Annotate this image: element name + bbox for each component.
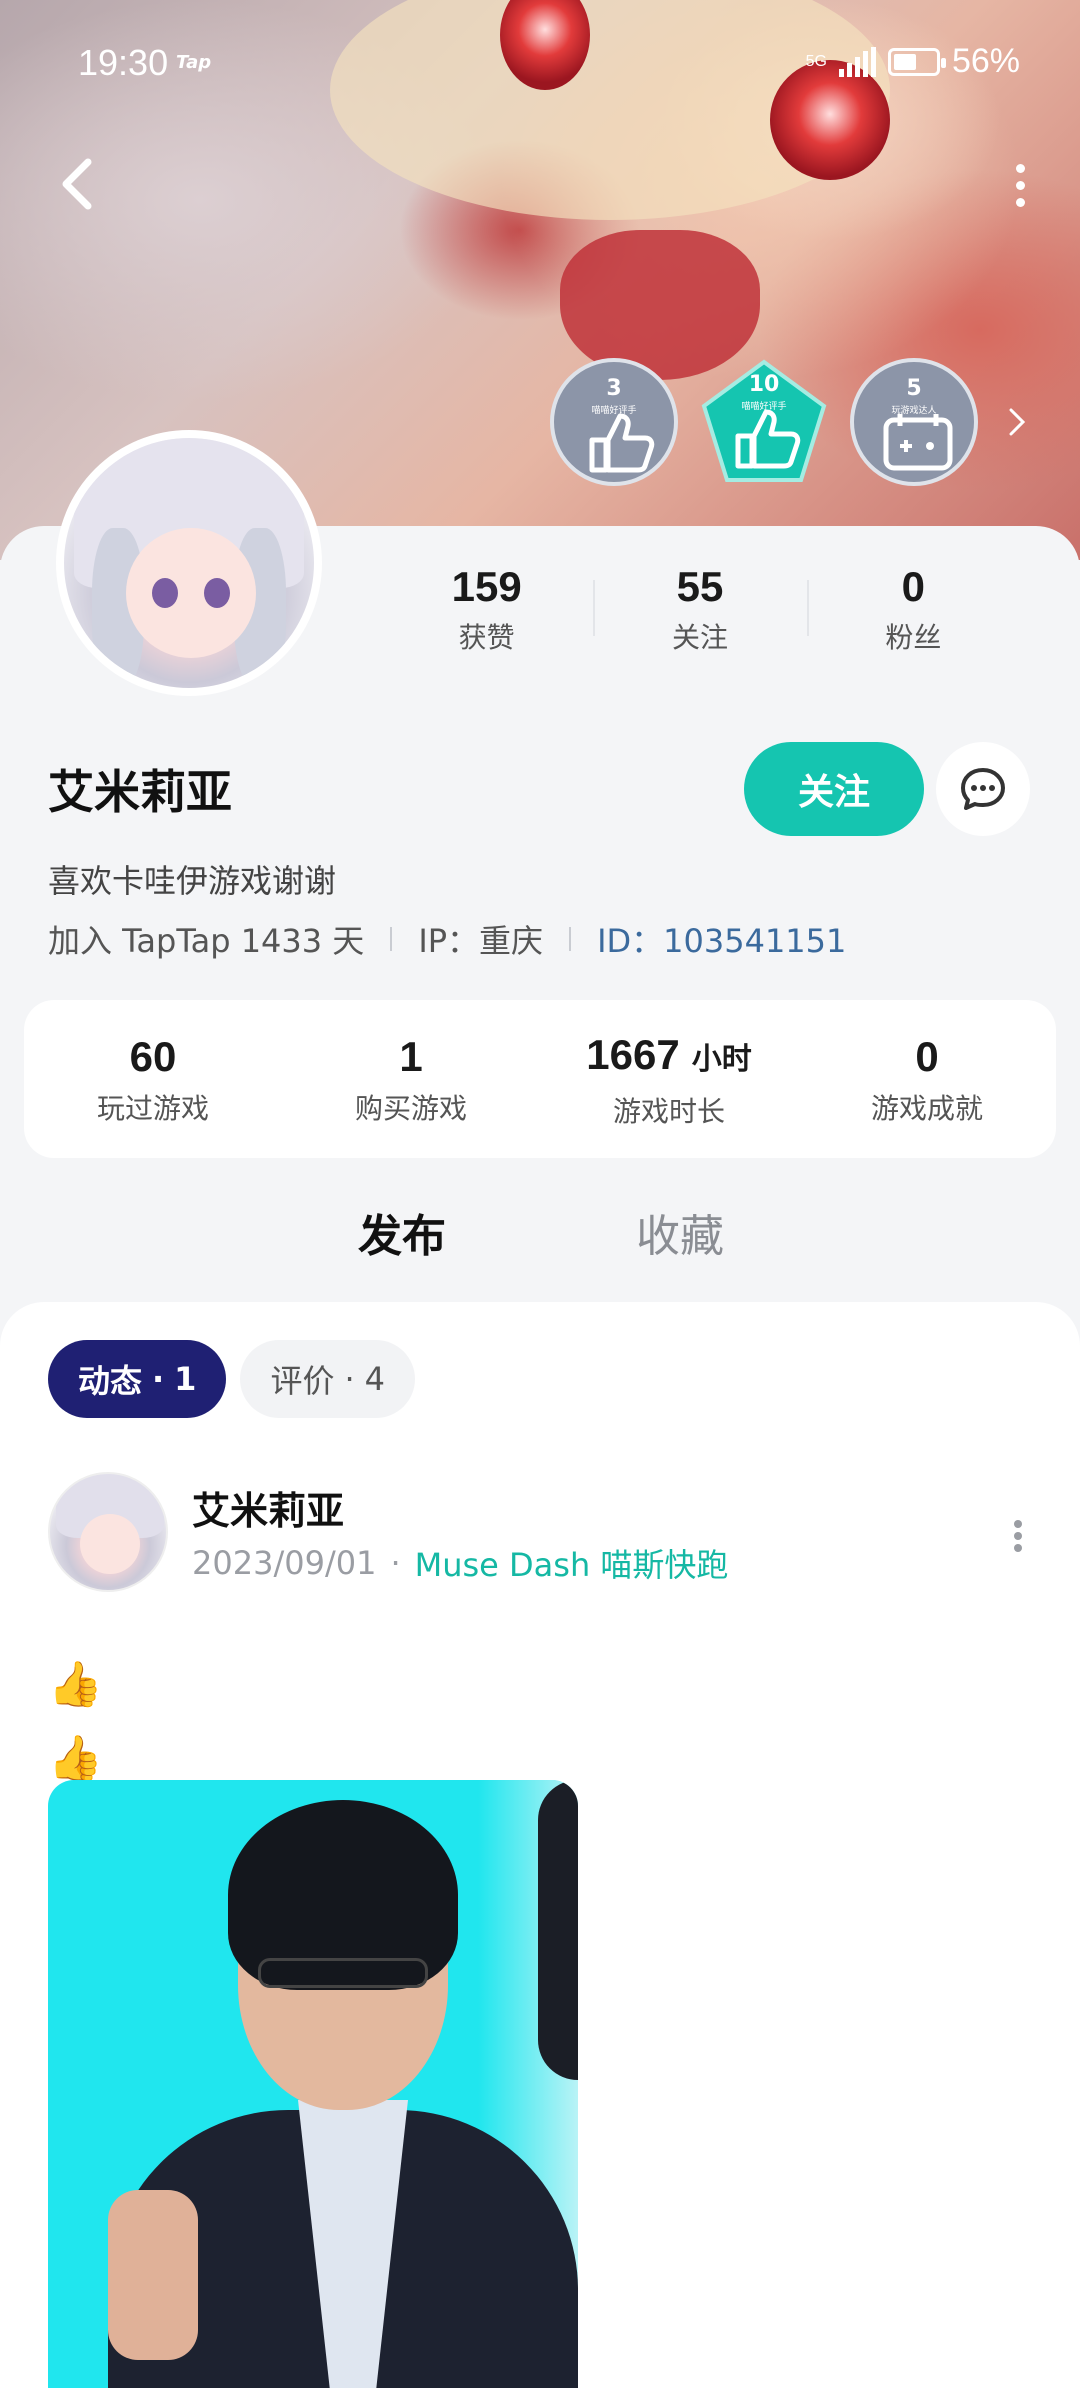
stat-label: 游戏成就 <box>870 1092 983 1125</box>
stat-label: 购买游戏 <box>354 1092 467 1125</box>
status-time: 19:30 <box>78 42 169 83</box>
stat-label: 游戏时长 <box>612 1094 725 1128</box>
stat-unit: 小时 <box>691 1042 752 1076</box>
game-stat-purchased[interactable]: 1 购买游戏 <box>282 1031 540 1127</box>
achievement-badges[interactable]: 3 喵喵好评手 10 喵喵好评手 5 玩游戏达人 <box>550 358 1032 486</box>
user-meta: 加入 TapTap 1433 天 IP：重庆 ID：103541151 <box>48 916 846 962</box>
gamepad-calendar-icon <box>883 414 953 471</box>
stat-following[interactable]: 55 关注 <box>593 560 806 656</box>
stat-label: 玩过游戏 <box>96 1092 209 1125</box>
thumbs-up-icon <box>735 409 801 469</box>
profile-avatar[interactable] <box>56 430 322 696</box>
signal-icon <box>838 46 876 77</box>
chat-bubble-icon <box>961 768 1005 810</box>
post-author-name[interactable]: 艾米莉亚 <box>192 1480 344 1535</box>
social-stats: 159 获赞 55 关注 0 粉丝 <box>380 560 1020 656</box>
chevron-right-icon <box>1009 408 1026 436</box>
badge-number: 10 <box>748 372 780 397</box>
post-text-line: 👍 <box>48 1733 103 1784</box>
more-options-button[interactable] <box>1000 160 1040 210</box>
post-more-button[interactable] <box>1008 1516 1028 1556</box>
stat-value: 0 <box>915 1033 939 1080</box>
game-stats-panel: 60 玩过游戏 1 购买游戏 1667 小时 游戏时长 0 游戏成就 <box>24 1000 1056 1158</box>
user-bio: 喜欢卡哇伊游戏谢谢 <box>48 862 337 900</box>
thumbs-up-icon <box>589 413 655 473</box>
post-image[interactable] <box>48 1780 578 2388</box>
stat-value: 55 <box>676 563 724 610</box>
stat-label: 获赞 <box>458 621 515 654</box>
message-button[interactable] <box>936 742 1030 836</box>
stat-label: 关注 <box>671 621 728 654</box>
network-type: 5G <box>805 52 827 70</box>
badge-number: 3 <box>606 376 622 401</box>
chip-count: 1 <box>174 1360 197 1398</box>
tab-label: 收藏 <box>636 1211 724 1262</box>
tab-posts[interactable]: 发布 <box>358 1200 446 1264</box>
post-author-avatar[interactable] <box>48 1472 168 1592</box>
stat-value: 60 <box>129 1033 177 1080</box>
post-date: 2023/09/01 <box>192 1544 377 1582</box>
stat-value: 1667 <box>586 1030 680 1078</box>
badge-gamer-5[interactable]: 5 玩游戏达人 <box>850 358 978 486</box>
stat-value: 1 <box>399 1033 423 1080</box>
post-text-line: 👍 <box>48 1659 103 1710</box>
content-tabs: 发布 收藏 <box>0 1200 1080 1280</box>
tab-favorites[interactable]: 收藏 <box>636 1200 724 1264</box>
battery-icon <box>887 47 946 76</box>
post-game-link[interactable]: Muse Dash 喵斯快跑 <box>415 1540 729 1586</box>
stat-value: 0 <box>901 563 925 610</box>
chip-label: 评价 <box>270 1362 335 1400</box>
game-stat-played[interactable]: 60 玩过游戏 <box>24 1031 282 1127</box>
follow-button[interactable]: 关注 <box>744 742 924 836</box>
chip-count: 4 <box>364 1360 385 1398</box>
stat-label: 粉丝 <box>885 621 942 654</box>
badge-number: 5 <box>906 376 922 401</box>
ip-location: IP：重庆 <box>418 922 544 960</box>
post-meta: 2023/09/01 · Muse Dash 喵斯快跑 <box>192 1540 728 1586</box>
stat-followers[interactable]: 0 粉丝 <box>806 560 1020 656</box>
chip-label: 动态 <box>78 1362 143 1400</box>
badge-reviewer-3[interactable]: 3 喵喵好评手 <box>550 358 678 486</box>
back-button[interactable] <box>48 152 104 216</box>
status-right: 5G 56% <box>806 42 1020 81</box>
user-name: 艾米莉亚 <box>48 765 232 819</box>
battery-percent: 56% <box>951 42 1020 80</box>
user-id[interactable]: ID：103541151 <box>597 916 846 962</box>
game-stat-playtime[interactable]: 1667 小时 游戏时长 <box>540 1029 798 1130</box>
status-bar: 19:30 Tap 5G 56% <box>0 0 1080 130</box>
game-stat-achievements[interactable]: 0 游戏成就 <box>798 1031 1056 1127</box>
tab-label: 发布 <box>358 1211 446 1262</box>
chip-moments[interactable]: 动态 · 1 <box>48 1340 227 1418</box>
chip-reviews[interactable]: 评价 · 4 <box>240 1340 415 1418</box>
chevron-left-icon <box>62 158 92 210</box>
badge-reviewer-10[interactable]: 10 喵喵好评手 <box>700 358 828 486</box>
stat-likes[interactable]: 159 获赞 <box>380 560 593 656</box>
filter-chips: 动态 · 1 评价 · 4 <box>48 1340 415 1418</box>
stat-value: 159 <box>451 563 522 610</box>
joined-days: 加入 TapTap 1433 天 <box>48 922 365 960</box>
badges-more-button[interactable] <box>1002 402 1032 442</box>
feed-panel: 动态 · 1 评价 · 4 艾米莉亚 2023/09/01 · Muse Dash 喵斯… <box>0 1302 1080 2388</box>
app-tag: Tap <box>176 52 212 73</box>
